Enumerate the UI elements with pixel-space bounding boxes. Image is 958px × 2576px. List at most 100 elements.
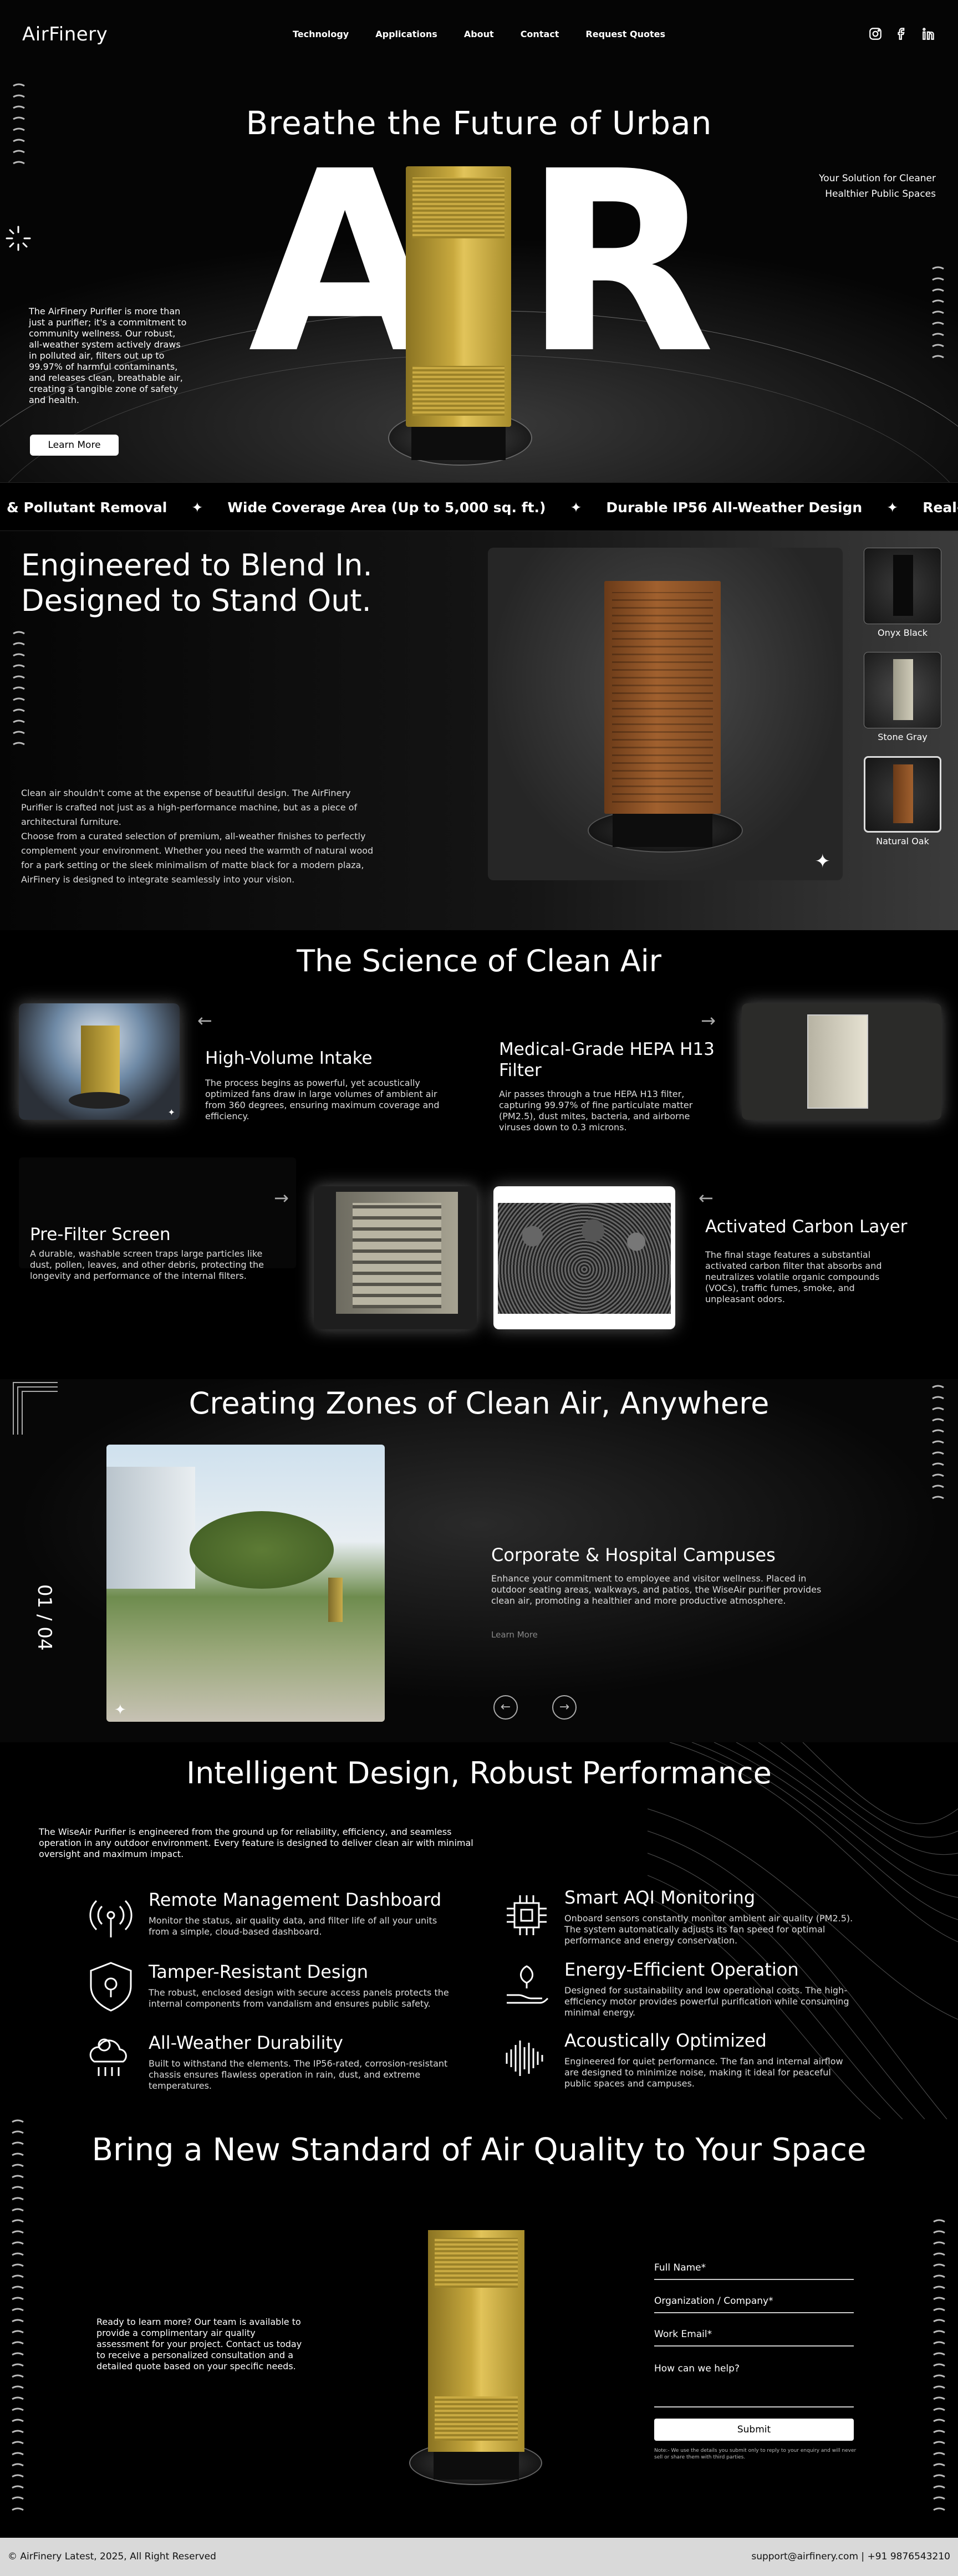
prev-slide-button[interactable]: ←: [493, 1695, 518, 1720]
main-nav: Technology Applications About Contact Re…: [0, 29, 958, 39]
campus-trees: [190, 1511, 334, 1589]
submit-button[interactable]: Submit: [654, 2419, 854, 2441]
step-title: High-Volume Intake: [205, 1048, 373, 1068]
finish-option-stone[interactable]: Stone Gray: [864, 652, 941, 742]
product-purifier-gold: [406, 166, 511, 427]
contact-plinth: [434, 2452, 519, 2480]
feature-text: Monitor the status, air quality data, an…: [149, 1915, 437, 1937]
preview-plinth: [613, 814, 712, 847]
contact-title: Bring a New Standard of Air Quality to Y…: [91, 2132, 867, 2168]
nav-applications[interactable]: Applications: [375, 29, 437, 39]
features-section: Intelligent Design, Robust Performance T…: [0, 1742, 958, 2119]
arrow-right-icon[interactable]: →: [274, 1187, 289, 1208]
finish-label: Natural Oak: [876, 836, 929, 846]
linkedin-icon[interactable]: [921, 27, 936, 41]
star-icon: ✦: [191, 499, 203, 516]
feature-title: Energy-Efficient Operation: [564, 1959, 799, 1980]
step-title: Medical-Grade HEPA H13 Filter: [499, 1039, 715, 1080]
full-name-field[interactable]: Full Name*: [654, 2262, 854, 2280]
sound-wave-icon: [506, 2041, 543, 2076]
step-text: Air passes through a true HEPA H13 filte…: [499, 1089, 693, 1133]
intake-purifier: [81, 1026, 120, 1098]
zones-title: Creating Zones of Clean Air, Anywhere: [188, 1386, 770, 1421]
feature-title: Smart AQI Monitoring: [564, 1887, 756, 1908]
feature-title: All-Weather Durability: [149, 2032, 343, 2053]
feature-title: Acoustically Optimized: [564, 2030, 767, 2051]
footer: © AirFinery Latest, 2025, All Right Rese…: [0, 2538, 958, 2576]
step-text: The final stage features a substantial a…: [705, 1249, 882, 1304]
stone-purifier-thumb: [893, 659, 913, 720]
next-slide-button[interactable]: →: [552, 1695, 577, 1720]
ticker-item: & Pollutant Removal: [7, 499, 167, 516]
star-icon: ✦: [570, 499, 582, 516]
step-title: Pre-Filter Screen: [30, 1225, 171, 1244]
campus-building: [106, 1467, 195, 1589]
footer-contact[interactable]: support@airfinery.com | +91 9876543210: [751, 2551, 950, 2562]
design-title-line1: Engineered to Blend In.: [21, 548, 373, 583]
step-text: A durable, washable screen traps large p…: [30, 1248, 264, 1281]
onyx-purifier-thumb: [893, 555, 913, 616]
feature-title: Tamper-Resistant Design: [149, 1961, 369, 1982]
features-title: Intelligent Design, Robust Performance: [186, 1756, 772, 1791]
finish-swatch-onyx[interactable]: [864, 548, 941, 624]
squiggle-right-decor: [933, 2219, 945, 2511]
intake-image: ✦: [19, 1003, 180, 1120]
finish-swatch-stone[interactable]: [864, 652, 941, 728]
hero-intro: The AirFinery Purifier is more than just…: [29, 306, 187, 405]
feature-title: Remote Management Dashboard: [149, 1889, 442, 1910]
hepa-filter-image: [742, 1003, 941, 1120]
instagram-icon[interactable]: [868, 27, 883, 41]
work-email-field[interactable]: Work Email*: [654, 2329, 854, 2347]
nav-contact[interactable]: Contact: [521, 29, 559, 39]
design-para-1: Clean air shouldn't come at the expense …: [21, 788, 358, 827]
intake-base: [69, 1092, 130, 1109]
wireless-signal-icon: [89, 1900, 133, 1937]
step-title: Activated Carbon Layer: [705, 1217, 908, 1237]
squiggle-left-decor: [12, 2119, 24, 2511]
arrow-right-icon[interactable]: →: [701, 1010, 716, 1031]
contact-purifier-gold: [428, 2230, 524, 2452]
contact-bottom-grille: [435, 2396, 518, 2441]
ticker-item: Durable IP56 All-Weather Design: [606, 499, 863, 516]
facebook-icon[interactable]: [895, 27, 909, 41]
finish-swatch-oak[interactable]: [864, 756, 941, 833]
finish-option-onyx[interactable]: Onyx Black: [864, 548, 941, 638]
product-bottom-grille: [412, 366, 505, 416]
hepa-filter-cartridge: [807, 1014, 868, 1109]
design-title-line2: Designed to Stand Out.: [21, 583, 371, 618]
product-plinth: [411, 427, 506, 460]
feature-ticker: & Pollutant Removal ✦ Wide Coverage Area …: [0, 482, 958, 531]
product-top-grille: [412, 177, 505, 238]
message-field[interactable]: How can we help?: [654, 2363, 854, 2407]
hero-section: AirFinery Technology Applications About …: [0, 0, 958, 482]
carbon-texture: [498, 1203, 671, 1314]
ticker-track: & Pollutant Removal ✦ Wide Coverage Area …: [0, 483, 958, 530]
feature-text: Onboard sensors constantly monitor ambie…: [564, 1913, 853, 1946]
finish-option-oak-selected[interactable]: Natural Oak: [864, 756, 941, 846]
science-title: The Science of Clean Air: [297, 943, 661, 978]
arrow-left-icon[interactable]: ←: [197, 1010, 212, 1031]
campus-image: ✦: [106, 1445, 385, 1722]
preview-purifier-oak: [604, 581, 721, 814]
step-text: The process begins as powerful, yet acou…: [205, 1078, 440, 1121]
sparkle-icon: ✦: [114, 1702, 126, 1718]
nav-about[interactable]: About: [464, 29, 494, 39]
organization-field[interactable]: Organization / Company*: [654, 2296, 854, 2313]
ticker-item: Real-Time Smart Air Quality Monitoring: [923, 499, 958, 516]
preview-slats: [612, 592, 713, 803]
shield-lock-icon: [90, 1962, 132, 2012]
design-section: Engineered to Blend In. Designed to Stan…: [0, 531, 958, 930]
arrow-left-icon[interactable]: ←: [699, 1187, 714, 1208]
campus-purifier: [328, 1578, 343, 1622]
finish-label: Onyx Black: [877, 628, 928, 638]
nav-request-quotes[interactable]: Request Quotes: [585, 29, 665, 39]
zone-learn-more-link[interactable]: Learn More: [491, 1630, 538, 1640]
learn-more-button[interactable]: Learn More: [30, 435, 119, 456]
nav-technology[interactable]: Technology: [293, 29, 349, 39]
prefilter-image: [314, 1186, 477, 1329]
feature-text: The robust, enclosed design with secure …: [149, 1987, 449, 2009]
carbon-layer-image: [493, 1186, 675, 1329]
ticker-item: Wide Coverage Area (Up to 5,000 sq. ft.): [227, 499, 546, 516]
prefilter-unit: [336, 1192, 458, 1314]
features-intro: The WiseAir Purifier is engineered from …: [39, 1827, 473, 1859]
